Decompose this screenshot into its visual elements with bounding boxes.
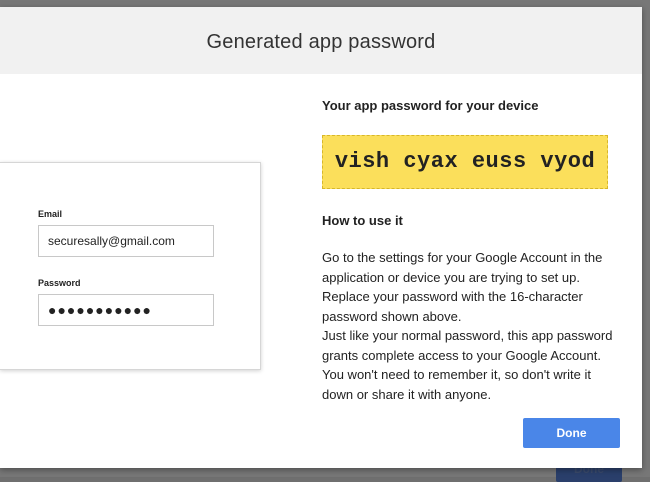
dialog-title: Generated app password <box>206 31 436 53</box>
instructions-paragraph-2: Just like your normal password, this app… <box>322 328 613 402</box>
email-label: Email <box>38 209 63 219</box>
app-password-value[interactable]: vish cyax euss vyod <box>322 135 608 189</box>
app-password-heading: Your app password for your device <box>322 98 539 113</box>
instructions-text: Go to the settings for your Google Accou… <box>322 248 618 404</box>
done-button[interactable]: Done <box>523 418 620 448</box>
password-field: ●●●●●●●●●●● <box>38 294 214 326</box>
instructions-paragraph-1: Go to the settings for your Google Accou… <box>322 250 603 324</box>
password-label: Password <box>38 278 81 288</box>
email-field: securesally@gmail.com <box>38 225 214 257</box>
sign-in-preview-card: Email securesally@gmail.com Password ●●●… <box>0 162 261 370</box>
how-to-use-heading: How to use it <box>322 213 403 228</box>
dialog-header: Generated app password <box>0 7 642 74</box>
app-password-dialog: Generated app password Email securesally… <box>0 7 642 468</box>
